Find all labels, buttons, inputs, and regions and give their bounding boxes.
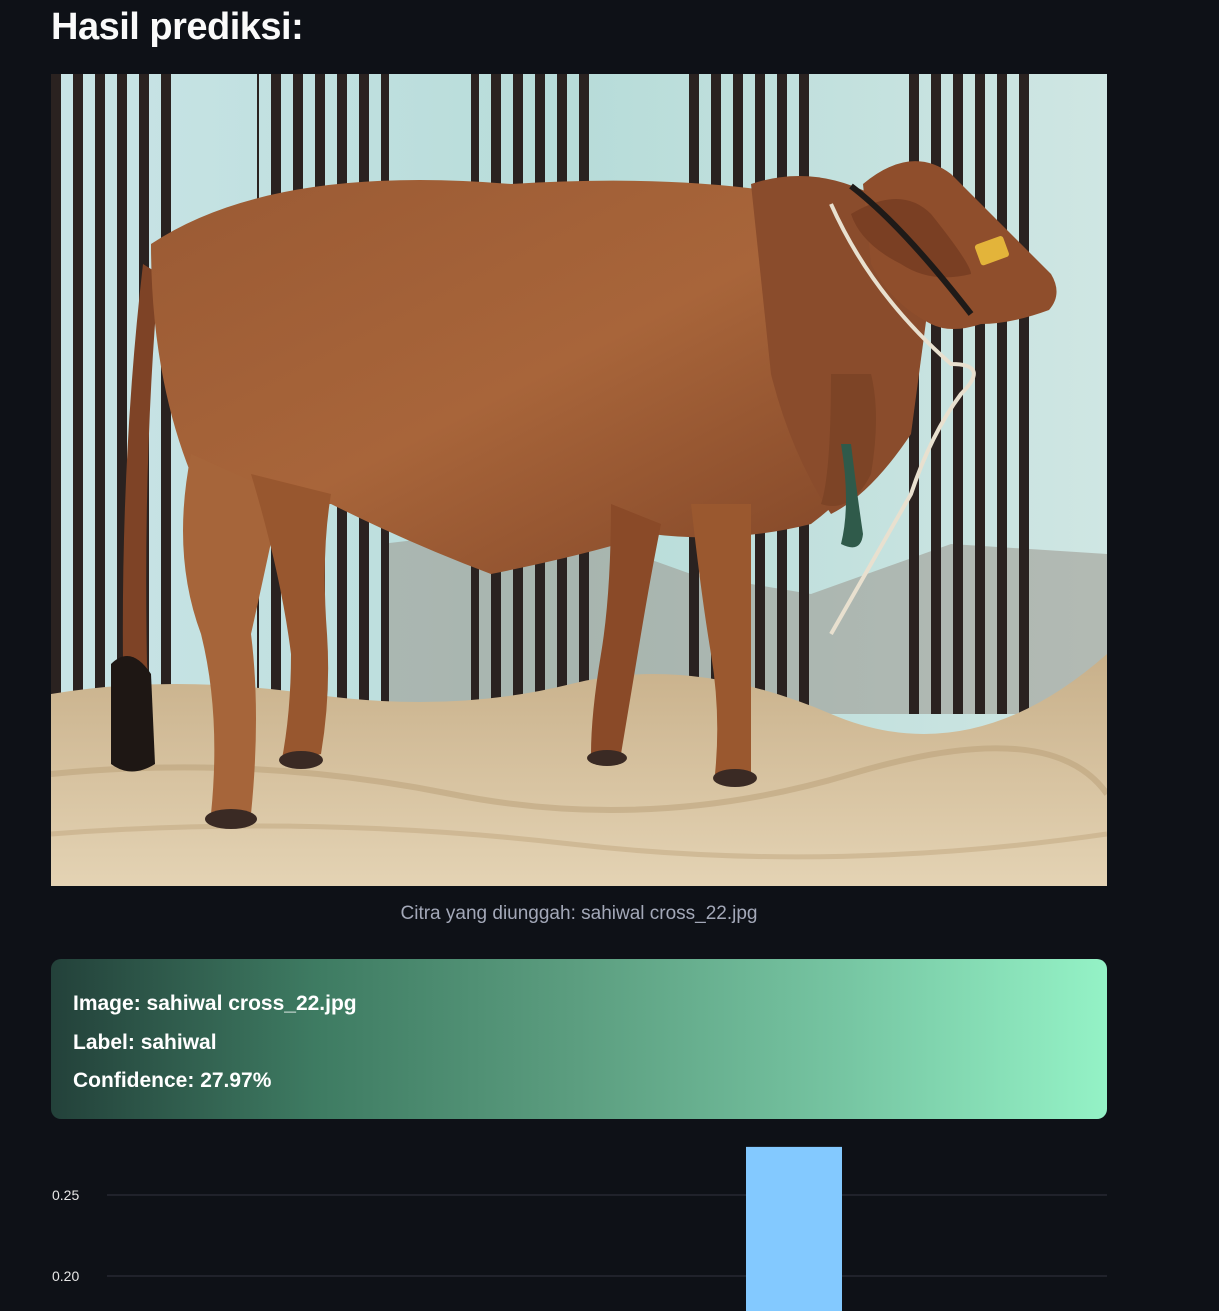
uploaded-cow-image [51,74,1107,886]
result-label-line: Label: sahiwal [73,1024,1085,1063]
result-confidence-value: 27.97% [200,1069,272,1092]
chart-bar [746,1146,842,1311]
result-image-line: Image: sahiwal cross_22.jpg [73,985,1085,1024]
result-confidence-label: Confidence: [73,1069,195,1092]
page-title: Hasil prediksi: [51,6,304,48]
result-confidence-line: Confidence: 27.97% [73,1062,1085,1101]
prediction-result-box: Image: sahiwal cross_22.jpg Label: sahiw… [51,959,1107,1119]
confidence-bar-chart: 0.25 0.20 [40,1140,1120,1311]
result-image-label: Image: [73,992,141,1015]
y-tick-label: 0.25 [52,1187,79,1203]
image-caption: Citra yang diunggah: sahiwal cross_22.jp… [400,903,758,924]
result-image-value: sahiwal cross_22.jpg [146,992,357,1015]
y-tick-label: 0.20 [52,1268,79,1284]
result-label-value: sahiwal [140,1030,217,1054]
result-label-label: Label: [73,1030,135,1054]
